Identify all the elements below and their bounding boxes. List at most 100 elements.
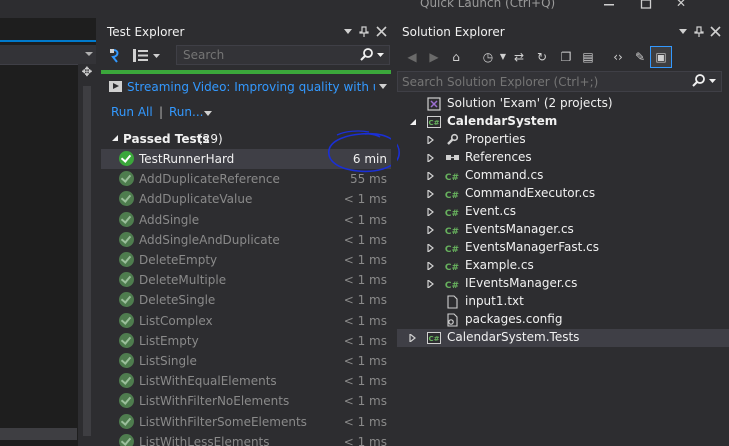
collapsed-arrow-icon[interactable]	[427, 136, 435, 144]
collapsed-arrow-icon[interactable]	[427, 154, 435, 162]
collapsed-arrow-icon[interactable]	[427, 172, 435, 180]
group-by-icon[interactable]	[109, 48, 123, 64]
chevron-down-icon[interactable]	[204, 111, 212, 117]
home-icon[interactable]: ⌂	[447, 48, 465, 66]
text-file-icon	[445, 295, 459, 309]
test-row[interactable]: AddDuplicateReference 55 ms	[101, 169, 391, 189]
preview-icon[interactable]: ▣	[652, 48, 670, 66]
video-link-row[interactable]: Streaming Video: Improving quality with …	[101, 78, 391, 98]
collapsed-arrow-icon[interactable]	[427, 208, 435, 216]
solution-tree: Solution 'Exam' (2 projects) C# CalendarSy…	[397, 95, 729, 446]
chevron-down-icon[interactable]	[379, 84, 387, 90]
view-code-icon[interactable]: ‹›	[609, 48, 627, 66]
back-icon[interactable]: ◀	[403, 48, 421, 66]
navigation-dropdown[interactable]	[0, 45, 96, 65]
close-icon[interactable]	[376, 26, 387, 37]
svg-text:C#: C#	[445, 191, 459, 201]
tree-item[interactable]: packages.config	[397, 311, 729, 329]
test-duration: < 1 ms	[343, 414, 387, 429]
tree-item[interactable]: Properties	[397, 131, 729, 149]
test-row[interactable]: AddDuplicateValue < 1 ms	[101, 189, 391, 209]
show-all-files-icon[interactable]: ▤	[579, 48, 597, 66]
close-icon[interactable]	[710, 26, 721, 37]
tree-item[interactable]: C# EventsManagerFast.cs	[397, 239, 729, 257]
forward-icon[interactable]: ▶	[425, 48, 443, 66]
test-row[interactable]: DeleteSingle < 1 ms	[101, 290, 391, 310]
test-row[interactable]: DeleteMultiple < 1 ms	[101, 270, 391, 290]
test-row[interactable]: DeleteEmpty < 1 ms	[101, 250, 391, 270]
properties-wrench-icon[interactable]: ✎	[631, 48, 649, 66]
test-search-box[interactable]	[176, 45, 390, 65]
test-row[interactable]: ListComplex < 1 ms	[101, 311, 391, 331]
tree-item[interactable]: C# CalendarSystem.Tests	[397, 329, 729, 347]
csharp-project-icon: C#	[427, 331, 441, 345]
tree-item[interactable]: Solution 'Exam' (2 projects)	[397, 95, 729, 113]
run-menu-link[interactable]: Run...	[169, 105, 203, 119]
passed-check-icon	[119, 353, 134, 368]
solution-search-box[interactable]	[397, 71, 722, 92]
test-row[interactable]: ListSingle < 1 ms	[101, 351, 391, 371]
window-menu-icon[interactable]	[679, 29, 687, 35]
tree-item[interactable]: C# IEventsManager.cs	[397, 275, 729, 293]
tree-item[interactable]: C# EventsManager.cs	[397, 221, 729, 239]
tree-item[interactable]: C# Event.cs	[397, 203, 729, 221]
tree-item[interactable]: C# Example.cs	[397, 257, 729, 275]
test-name: AddSingle	[139, 212, 200, 227]
test-explorer-titlebar: Test Explorer	[101, 25, 391, 41]
pin-icon[interactable]	[694, 26, 704, 38]
tree-item[interactable]: input1.txt	[397, 293, 729, 311]
collapse-all-icon[interactable]: ❐	[557, 48, 575, 66]
editor-horizontal-scrollbar[interactable]	[0, 428, 77, 440]
test-name: ListWithEqualElements	[139, 374, 277, 389]
run-all-link[interactable]: Run All	[111, 105, 153, 119]
test-row[interactable]: AddSingle < 1 ms	[101, 210, 391, 230]
test-row[interactable]: TestRunnerHard 6 min	[101, 149, 391, 169]
svg-text:C#: C#	[445, 245, 459, 255]
tree-item[interactable]: C# CommandExecutor.cs	[397, 185, 729, 203]
test-row[interactable]: ListEmpty < 1 ms	[101, 331, 391, 351]
solution-explorer-title: Solution Explorer	[402, 25, 505, 39]
editor-vertical-scrollbar[interactable]	[78, 64, 96, 446]
quick-launch-input[interactable]: Quick Launch (Ctrl+Q)	[420, 0, 592, 10]
collapsed-arrow-icon[interactable]	[409, 334, 417, 342]
test-row[interactable]: ListWithFilterSomeElements < 1 ms	[101, 412, 391, 432]
tree-item[interactable]: C# Command.cs	[397, 167, 729, 185]
search-icon[interactable]	[359, 48, 385, 62]
svg-text:C#: C#	[428, 335, 439, 343]
split-window-icon[interactable]: ✥	[80, 66, 94, 80]
passed-tests-group[interactable]: Passed Tests (29)	[101, 130, 391, 148]
video-link[interactable]: Streaming Video: Improving quality with …	[127, 80, 375, 94]
collapsed-arrow-icon[interactable]	[427, 244, 435, 252]
scrollbar-thumb[interactable]	[83, 86, 91, 436]
refresh-icon[interactable]: ↻	[533, 48, 551, 66]
collapsed-arrow-icon[interactable]	[427, 262, 435, 270]
expanded-arrow-icon[interactable]	[111, 134, 119, 142]
tree-item[interactable]: C# CalendarSystem	[397, 113, 729, 131]
collapsed-arrow-icon[interactable]	[427, 226, 435, 234]
window-menu-icon[interactable]	[344, 29, 352, 35]
window-close-icon[interactable]: ✕	[676, 0, 690, 10]
minimize-icon[interactable]	[603, 0, 615, 10]
expanded-arrow-icon[interactable]	[409, 118, 417, 126]
maximize-icon[interactable]	[640, 0, 652, 10]
test-row[interactable]: ListWithFilterNoElements < 1 ms	[101, 391, 391, 411]
tree-item[interactable]: References	[397, 149, 729, 167]
collapsed-arrow-icon[interactable]	[427, 190, 435, 198]
svg-text:C#: C#	[445, 281, 459, 291]
test-duration: < 1 ms	[343, 354, 387, 368]
test-row[interactable]: AddSingleAndDuplicate < 1 ms	[101, 230, 391, 250]
test-row[interactable]: ListWithLessElements < 1 ms	[101, 432, 391, 446]
passed-check-icon	[119, 373, 134, 389]
test-search-input[interactable]	[183, 47, 353, 63]
sync-icon[interactable]: ⇄	[510, 48, 528, 66]
pin-icon[interactable]	[359, 26, 369, 38]
collapsed-arrow-icon[interactable]	[427, 280, 435, 288]
list-view-icon[interactable]	[133, 49, 149, 62]
search-icon[interactable]	[691, 74, 717, 88]
csharp-project-icon: C#	[427, 115, 441, 129]
test-row[interactable]: ListWithEqualElements < 1 ms	[101, 371, 391, 391]
passed-check-icon	[119, 151, 134, 166]
test-name: TestRunnerHard	[139, 152, 235, 166]
chevron-down-icon[interactable]	[153, 54, 160, 59]
solution-search-input[interactable]	[402, 73, 682, 90]
